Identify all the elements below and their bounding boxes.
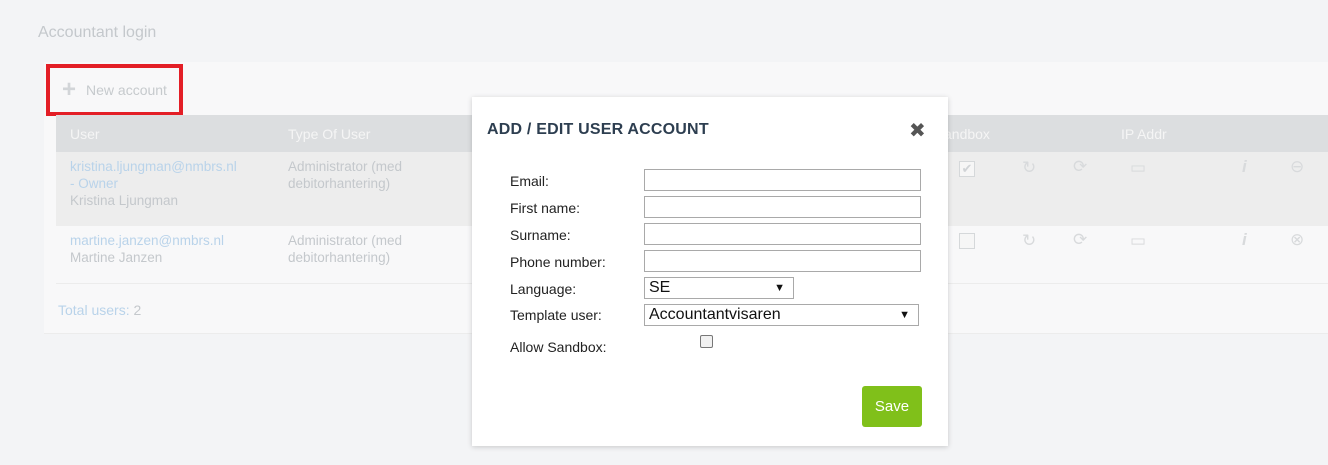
sandbox-checkbox[interactable]: ✔ — [959, 161, 975, 177]
language-selected-value: SE — [649, 279, 671, 296]
user-type-detail: debitorhantering) — [288, 176, 391, 191]
info-icon[interactable]: i — [1242, 230, 1247, 250]
dropdown-arrow-icon: ▼ — [774, 282, 785, 294]
user-email-link[interactable]: martine.janzen@nmbrs.nl — [70, 232, 224, 249]
new-account-label: New account — [86, 82, 167, 98]
email-label: Email: — [510, 173, 549, 189]
template-user-selected-value: Accountantvisaren — [649, 306, 781, 323]
refresh-icon[interactable]: ⟳ — [1073, 157, 1087, 177]
monitor-icon[interactable]: ▭ — [1130, 231, 1146, 251]
first-name-label: First name: — [510, 200, 581, 216]
first-name-field[interactable] — [644, 196, 921, 218]
phone-label: Phone number: — [510, 254, 606, 270]
save-button[interactable]: Save — [862, 386, 922, 427]
close-icon[interactable]: ✖ — [909, 118, 926, 143]
column-header-ip[interactable]: IP Addr — [1121, 126, 1167, 142]
template-user-label: Template user: — [510, 307, 602, 323]
remove-icon[interactable]: ⊖ — [1290, 157, 1304, 177]
total-users-label: Total users: — [58, 302, 130, 318]
user-type-detail: debitorhantering) — [288, 250, 391, 265]
email-field[interactable] — [644, 169, 921, 191]
allow-sandbox-label: Allow Sandbox: — [510, 339, 607, 355]
column-header-user[interactable]: User — [70, 126, 100, 142]
user-name: Martine Janzen — [70, 250, 163, 265]
phone-field[interactable] — [644, 250, 921, 272]
page-title: Accountant login — [38, 24, 157, 41]
surname-field[interactable] — [644, 223, 921, 245]
dropdown-arrow-icon: ▼ — [899, 309, 910, 321]
user-email-link[interactable]: kristina.ljungman@nmbrs.nl — [70, 158, 237, 175]
allow-sandbox-checkbox[interactable] — [700, 335, 713, 348]
user-name: Kristina Ljungman — [70, 193, 179, 208]
total-users: Total users: 2 — [58, 302, 141, 318]
template-user-select[interactable]: Accountantvisaren ▼ — [644, 304, 919, 326]
plus-icon: + — [62, 76, 77, 103]
column-header-type[interactable]: Type Of User — [288, 126, 370, 142]
owner-tag: - Owner — [70, 176, 119, 191]
language-select[interactable]: SE ▼ — [644, 277, 794, 299]
reset-icon[interactable]: ↻ — [1022, 158, 1036, 178]
modal-title: ADD / EDIT USER ACCOUNT — [487, 121, 709, 138]
sandbox-checkbox[interactable] — [959, 233, 975, 249]
language-label: Language: — [510, 281, 577, 297]
column-header-sandbox[interactable]: andbox — [944, 126, 990, 142]
user-type: Administrator (med — [288, 159, 403, 174]
total-users-value: 2 — [133, 302, 142, 318]
edit-user-modal: ADD / EDIT USER ACCOUNT ✖ Email: First n… — [472, 97, 948, 446]
surname-label: Surname: — [510, 227, 571, 243]
new-account-button[interactable]: + New account — [46, 64, 183, 116]
refresh-icon[interactable]: ⟳ — [1073, 230, 1087, 250]
user-type: Administrator (med — [288, 233, 403, 248]
reset-icon[interactable]: ↻ — [1022, 231, 1036, 251]
delete-icon[interactable]: ⊗ — [1290, 230, 1304, 250]
info-icon[interactable]: i — [1242, 157, 1247, 177]
monitor-icon[interactable]: ▭ — [1130, 158, 1146, 178]
